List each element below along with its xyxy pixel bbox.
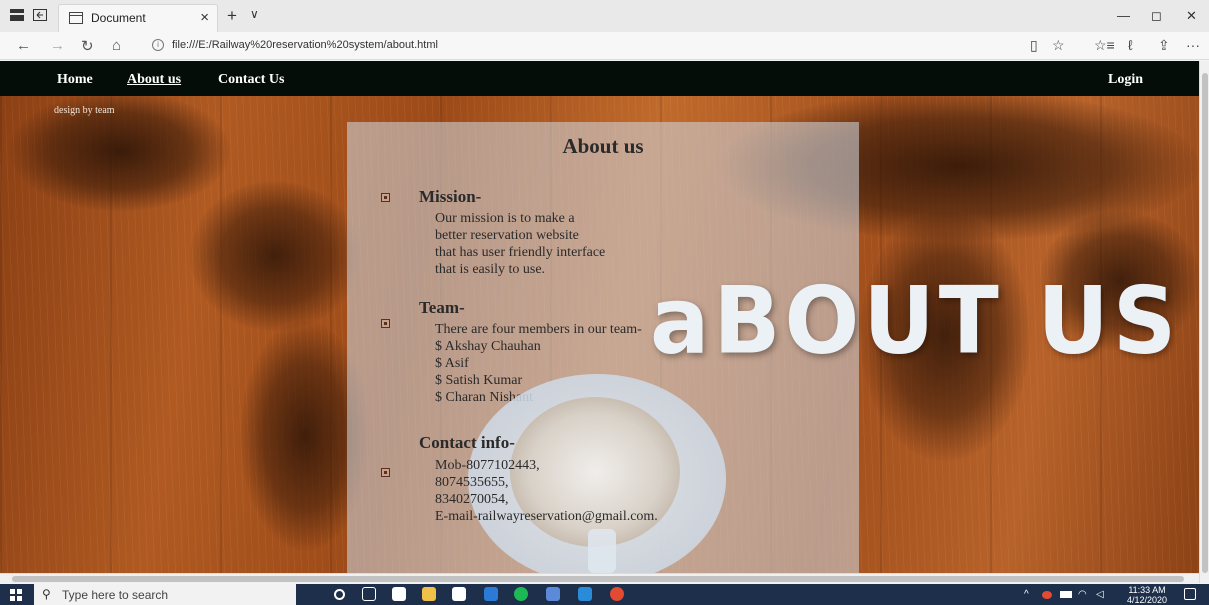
clock-date: 4/12/2020 <box>1126 595 1168 605</box>
vertical-scrollbar[interactable] <box>1199 61 1209 583</box>
address-bar: ← → ↻ ⌂ i file:///E:/Railway%20reservati… <box>0 32 1209 60</box>
tab-close-icon[interactable]: × <box>200 9 209 26</box>
nav-about-link[interactable]: About us <box>127 72 181 88</box>
share-icon[interactable]: ⇪ <box>1158 37 1170 54</box>
page-icon <box>69 12 83 24</box>
set-aside-tabs-icon[interactable] <box>33 9 47 21</box>
browser-tab-bar: Document × + ∨ — ◻ ✕ <box>0 0 1209 32</box>
site-navbar: Home About us Contact Us Login <box>0 61 1199 96</box>
url-field[interactable]: i file:///E:/Railway%20reservation%20sys… <box>144 36 1024 56</box>
home-button[interactable]: ⌂ <box>112 37 121 54</box>
vertical-scroll-thumb[interactable] <box>1202 73 1208 573</box>
clock-time: 11:33 AM <box>1128 585 1166 595</box>
tab-title: Document <box>91 11 146 25</box>
restore-button[interactable]: ◻ <box>1151 8 1162 24</box>
contact-line: 8340270054, <box>435 492 509 507</box>
windows-start-icon[interactable] <box>10 589 22 601</box>
browser-tab[interactable]: Document × <box>58 4 218 32</box>
close-window-button[interactable]: ✕ <box>1186 8 1197 24</box>
search-icon: ⚲ <box>42 587 51 601</box>
tab-dropdown-icon[interactable]: ∨ <box>250 7 259 21</box>
forward-button[interactable]: → <box>50 37 65 54</box>
design-credit: design by team <box>54 105 115 116</box>
notification-icon[interactable] <box>1184 588 1196 600</box>
info-icon[interactable]: i <box>152 39 164 51</box>
nav-contact-link[interactable]: Contact Us <box>218 72 285 88</box>
taskbar-clock[interactable]: 11:33 AM 4/12/2020 <box>1122 585 1172 605</box>
task-view-icon[interactable] <box>362 587 376 601</box>
contact-heading: Contact info- <box>419 433 515 452</box>
minimize-button[interactable]: — <box>1117 8 1130 23</box>
contact-line: 8074535655, <box>435 475 509 490</box>
app-tray-icon[interactable] <box>1042 591 1052 599</box>
battery-icon[interactable] <box>1060 591 1072 598</box>
url-text: file:///E:/Railway%20reservation%20syste… <box>172 39 438 51</box>
store-icon[interactable] <box>452 587 466 601</box>
horizontal-scroll-thumb[interactable] <box>12 576 1184 582</box>
file-explorer-icon[interactable] <box>422 587 436 601</box>
taskbar-search-box[interactable]: ⚲ Type here to search <box>34 584 296 605</box>
contact-line: Mob-8077102443, <box>435 458 540 473</box>
tray-overflow-icon[interactable]: ^ <box>1024 589 1029 600</box>
horizontal-scrollbar[interactable] <box>0 573 1199 583</box>
more-icon[interactable]: ··· <box>1186 37 1200 53</box>
bullet-icon <box>381 468 390 477</box>
pen-icon[interactable]: ℓ <box>1128 37 1133 53</box>
coffee-beans-image <box>190 181 360 331</box>
volume-icon[interactable]: ◁ <box>1096 589 1104 600</box>
cortana-icon[interactable] <box>334 589 345 600</box>
mail-icon[interactable] <box>392 587 406 601</box>
contact-line: E-mail-railwayreservation@gmail.com. <box>435 509 658 524</box>
reading-view-icon[interactable]: ▯ <box>1030 37 1038 54</box>
wifi-icon[interactable]: ◠ <box>1078 589 1087 600</box>
edge-icon[interactable] <box>484 587 498 601</box>
favorites-icon[interactable]: ☆≡ <box>1094 37 1115 54</box>
page-viewport: Home About us Contact Us Login design by… <box>0 61 1199 573</box>
hero-about-text: aBOUT US <box>650 266 1181 375</box>
new-tab-button[interactable]: + <box>227 6 237 26</box>
windows-taskbar: ⚲ Type here to search ^ ◠ ◁ 11:33 AM 4/1… <box>0 584 1209 605</box>
chrome-icon[interactable] <box>610 587 624 601</box>
nav-home-link[interactable]: Home <box>57 72 93 88</box>
taskbar-search-placeholder: Type here to search <box>62 588 169 602</box>
outlook-icon[interactable] <box>578 587 592 601</box>
nav-login-link[interactable]: Login <box>1108 72 1143 88</box>
coffee-beans-image <box>10 91 230 211</box>
refresh-button[interactable]: ↻ <box>81 37 94 55</box>
back-button[interactable]: ← <box>16 37 31 54</box>
tab-actions-icon[interactable] <box>10 9 24 21</box>
favorite-star-icon[interactable]: ☆ <box>1052 37 1065 54</box>
notes-icon[interactable] <box>546 587 560 601</box>
spotify-icon[interactable] <box>514 587 528 601</box>
